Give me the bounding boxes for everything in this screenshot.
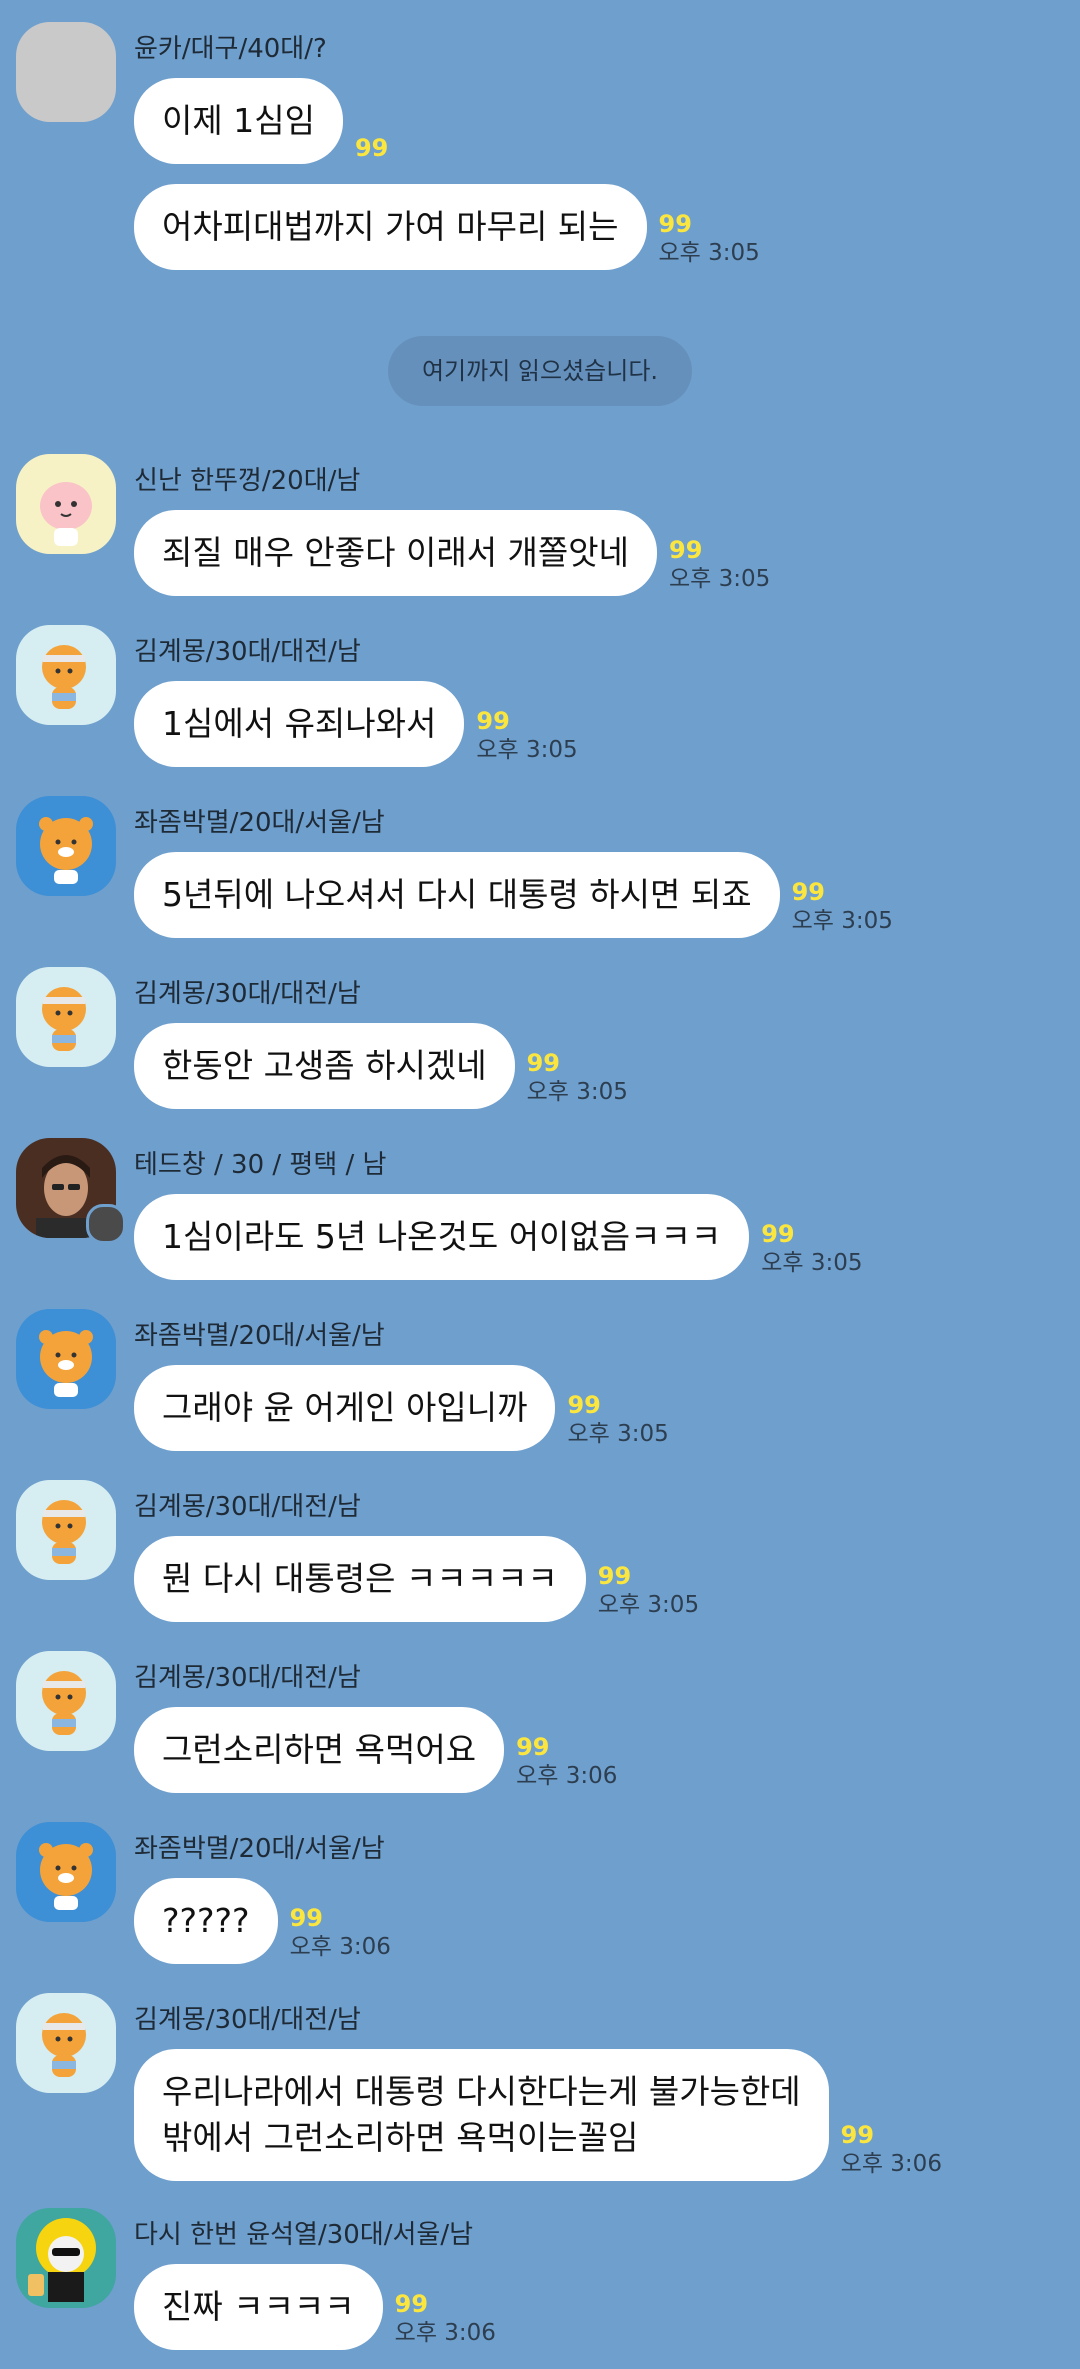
apeach-avatar-icon[interactable] bbox=[16, 454, 116, 554]
message-bubble[interactable]: 그래야 윤 어게인 아입니까 bbox=[134, 1365, 556, 1451]
message-time: 오후 3:05 bbox=[669, 566, 771, 592]
unread-count: 99 bbox=[289, 1904, 323, 1932]
message-time: 오후 3:06 bbox=[394, 2320, 496, 2346]
sender-name: 김계몽/30대/대전/남 bbox=[134, 637, 361, 667]
message-row: 1심에서 유죄나와서 99 오후 3:05 bbox=[134, 681, 578, 767]
ryan-headband-avatar-icon[interactable] bbox=[16, 1993, 116, 2093]
unread-count: 99 bbox=[597, 1562, 632, 1590]
message-row: 죄질 매우 안좋다 이래서 개쫄앗네 99 오후 3:05 bbox=[134, 510, 770, 596]
message-bubble[interactable]: ????? bbox=[134, 1878, 278, 1964]
message-row: 한동안 고생좀 하시겠네 99 오후 3:05 bbox=[134, 1023, 628, 1109]
unread-count: 99 bbox=[476, 707, 510, 735]
muzi-beer-avatar-icon[interactable] bbox=[16, 2208, 116, 2308]
message-time: 오후 3:05 bbox=[791, 908, 893, 934]
ryan-headband-avatar-icon[interactable] bbox=[16, 625, 116, 725]
unread-count: 99 bbox=[516, 1733, 550, 1761]
message-bubble[interactable]: 1심이라도 5년 나온것도 어이없음ㅋㅋㅋ bbox=[134, 1194, 750, 1280]
message-time: 오후 3:05 bbox=[476, 737, 578, 763]
message-time: 오후 3:06 bbox=[840, 2151, 942, 2177]
message-bubble[interactable]: 5년뒤에 나오셔서 다시 대통령 하시면 되죠 bbox=[134, 852, 780, 938]
sender-name: 다시 한번 윤석열/30대/서울/남 bbox=[134, 2220, 474, 2250]
message-time: 오후 3:05 bbox=[761, 1250, 863, 1276]
sender-name: 좌좀박멸/20대/서울/남 bbox=[134, 1834, 385, 1864]
blank-avatar-icon[interactable] bbox=[16, 22, 116, 122]
message-row: 이제 1심임 99 bbox=[134, 78, 388, 164]
sender-name: 김계몽/30대/대전/남 bbox=[134, 2005, 361, 2035]
sender-name: 윤카/대구/40대/? bbox=[134, 34, 327, 64]
message-time: 오후 3:06 bbox=[516, 1763, 618, 1789]
sender-name: 김계몽/30대/대전/남 bbox=[134, 1663, 361, 1693]
message-bubble[interactable]: 죄질 매우 안좋다 이래서 개쫄앗네 bbox=[134, 510, 657, 596]
chat-area[interactable]: 윤카/대구/40대/? 이제 1심임 99 어차피대법까지 가여 마무리 되는 … bbox=[0, 0, 1080, 2369]
message-bubble[interactable]: 그런소리하면 욕먹어요 bbox=[134, 1707, 505, 1793]
sender-name: 김계몽/30대/대전/남 bbox=[134, 979, 361, 1009]
read-divider: 여기까지 읽으셨습니다. bbox=[388, 336, 692, 406]
sender-name: 테드창 / 30 / 평택 / 남 bbox=[134, 1150, 387, 1180]
message-bubble[interactable]: 뭔 다시 대통령은 ㅋㅋㅋㅋㅋ bbox=[134, 1536, 586, 1622]
message-time: 오후 3:05 bbox=[526, 1079, 628, 1105]
ryan-headband-avatar-icon[interactable] bbox=[16, 1651, 116, 1751]
unread-count: 99 bbox=[354, 134, 389, 162]
ryan-headband-avatar-icon[interactable] bbox=[16, 967, 116, 1067]
message-row: ????? 99 오후 3:06 bbox=[134, 1878, 391, 1964]
unread-count: 99 bbox=[658, 210, 692, 238]
message-bubble[interactable]: 1심에서 유죄나와서 bbox=[134, 681, 465, 767]
sender-name: 좌좀박멸/20대/서울/남 bbox=[134, 808, 385, 838]
sender-name: 좌좀박멸/20대/서울/남 bbox=[134, 1321, 385, 1351]
message-time: 오후 3:05 bbox=[597, 1592, 700, 1618]
message-time: 오후 3:05 bbox=[658, 240, 760, 266]
message-row: 1심이라도 5년 나온것도 어이없음ㅋㅋㅋ 99 오후 3:05 bbox=[134, 1194, 863, 1280]
profile-badge-icon bbox=[86, 1204, 126, 1244]
message-bubble[interactable]: 진짜 ㅋㅋㅋㅋ bbox=[134, 2264, 383, 2350]
unread-count: 99 bbox=[567, 1391, 601, 1419]
unread-count: 99 bbox=[394, 2290, 429, 2318]
message-row: 뭔 다시 대통령은 ㅋㅋㅋㅋㅋ 99 오후 3:05 bbox=[134, 1536, 699, 1622]
message-row: 어차피대법까지 가여 마무리 되는 99 오후 3:05 bbox=[134, 184, 760, 270]
message-bubble[interactable]: 한동안 고생좀 하시겠네 bbox=[134, 1023, 515, 1109]
message-row: 진짜 ㅋㅋㅋㅋ 99 오후 3:06 bbox=[134, 2264, 496, 2350]
message-bubble[interactable]: 이제 1심임 bbox=[134, 78, 343, 164]
message-time: 오후 3:05 bbox=[567, 1421, 669, 1447]
unread-count: 99 bbox=[761, 1220, 795, 1248]
ryan-avatar-icon[interactable] bbox=[16, 796, 116, 896]
unread-count: 99 bbox=[791, 878, 825, 906]
message-row: 우리나라에서 대통령 다시한다는게 불가능한데 밖에서 그런소리하면 욕먹이는꼴… bbox=[134, 2049, 942, 2181]
message-bubble[interactable]: 우리나라에서 대통령 다시한다는게 불가능한데 밖에서 그런소리하면 욕먹이는꼴… bbox=[134, 2049, 829, 2181]
ryan-headband-avatar-icon[interactable] bbox=[16, 1480, 116, 1580]
unread-count: 99 bbox=[526, 1049, 560, 1077]
message-row: 그래야 윤 어게인 아입니까 99 오후 3:05 bbox=[134, 1365, 669, 1451]
message-bubble[interactable]: 어차피대법까지 가여 마무리 되는 bbox=[134, 184, 647, 270]
message-time: 오후 3:06 bbox=[289, 1934, 391, 1960]
ryan-avatar-icon[interactable] bbox=[16, 1822, 116, 1922]
sender-name: 김계몽/30대/대전/남 bbox=[134, 1492, 361, 1522]
unread-count: 99 bbox=[840, 2121, 875, 2149]
message-row: 5년뒤에 나오셔서 다시 대통령 하시면 되죠 99 오후 3:05 bbox=[134, 852, 893, 938]
ryan-avatar-icon[interactable] bbox=[16, 1309, 116, 1409]
unread-count: 99 bbox=[669, 536, 703, 564]
sender-name: 신난 한뚜껑/20대/남 bbox=[134, 466, 361, 496]
message-row: 그런소리하면 욕먹어요 99 오후 3:06 bbox=[134, 1707, 617, 1793]
